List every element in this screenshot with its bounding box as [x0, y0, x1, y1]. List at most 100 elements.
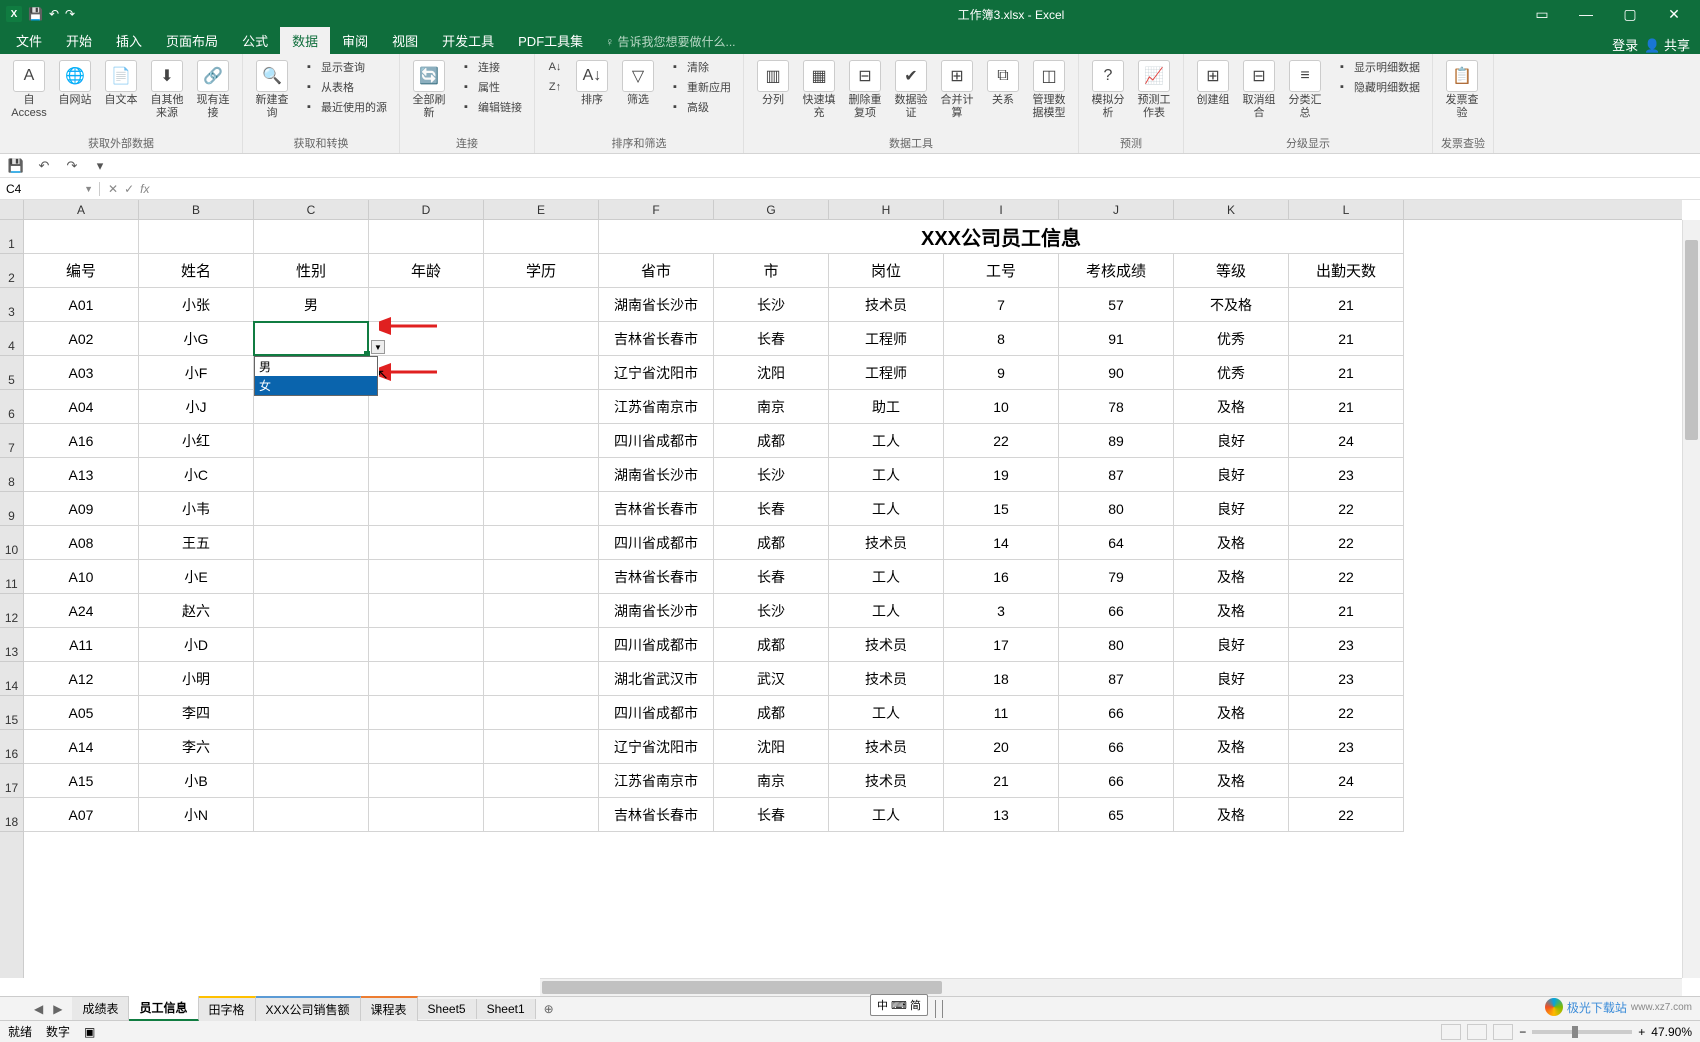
- cell[interactable]: 吉林省长春市: [599, 492, 714, 526]
- cell[interactable]: 22: [944, 424, 1059, 458]
- cell[interactable]: 90: [1059, 356, 1174, 390]
- zoom-out-button[interactable]: −: [1519, 1025, 1526, 1039]
- cell[interactable]: 79: [1059, 560, 1174, 594]
- cell[interactable]: 66: [1059, 764, 1174, 798]
- cell[interactable]: 22: [1289, 696, 1404, 730]
- view-normal-button[interactable]: [1441, 1024, 1461, 1040]
- cell[interactable]: XXX公司员工信息: [599, 220, 1404, 254]
- cell[interactable]: 15: [944, 492, 1059, 526]
- cell[interactable]: [369, 390, 484, 424]
- ribbon-管理数据模型[interactable]: ◫管理数据模型: [1028, 58, 1070, 122]
- cell[interactable]: 技术员: [829, 764, 944, 798]
- cell[interactable]: 成都: [714, 526, 829, 560]
- cell[interactable]: A11: [24, 628, 139, 662]
- cell[interactable]: 16: [944, 560, 1059, 594]
- cell[interactable]: 工程师: [829, 322, 944, 356]
- cell[interactable]: 20: [944, 730, 1059, 764]
- cell[interactable]: [369, 798, 484, 832]
- cell[interactable]: 23: [1289, 662, 1404, 696]
- row-header-11[interactable]: 11: [0, 560, 23, 594]
- cell[interactable]: [484, 696, 599, 730]
- cell[interactable]: [254, 764, 369, 798]
- cell[interactable]: 22: [1289, 526, 1404, 560]
- cell[interactable]: [484, 220, 599, 254]
- cell[interactable]: 小N: [139, 798, 254, 832]
- cell[interactable]: 小C: [139, 458, 254, 492]
- cell[interactable]: [484, 356, 599, 390]
- cell[interactable]: 助工: [829, 390, 944, 424]
- cell[interactable]: 市: [714, 254, 829, 288]
- cell[interactable]: A12: [24, 662, 139, 696]
- cell[interactable]: 11: [944, 696, 1059, 730]
- cell[interactable]: 长春: [714, 798, 829, 832]
- cell[interactable]: [369, 594, 484, 628]
- cell[interactable]: 技术员: [829, 662, 944, 696]
- ribbon-显示查询[interactable]: ▪显示查询: [297, 58, 391, 76]
- cell[interactable]: 小F: [139, 356, 254, 390]
- cell[interactable]: 65: [1059, 798, 1174, 832]
- ribbon-高级[interactable]: ▪高级: [663, 98, 735, 116]
- cell[interactable]: [254, 628, 369, 662]
- ribbon-重新应用[interactable]: ▪重新应用: [663, 78, 735, 96]
- cell[interactable]: A09: [24, 492, 139, 526]
- ribbon-编辑链接[interactable]: ▪编辑链接: [454, 98, 526, 116]
- cell[interactable]: [369, 730, 484, 764]
- zoom-in-button[interactable]: +: [1638, 1025, 1645, 1039]
- maximize-button[interactable]: ▢: [1610, 0, 1650, 28]
- cell[interactable]: [254, 798, 369, 832]
- ribbon-隐藏明细数据[interactable]: ▪隐藏明细数据: [1330, 78, 1424, 96]
- cell[interactable]: 57: [1059, 288, 1174, 322]
- add-sheet-button[interactable]: ⊕: [536, 999, 562, 1019]
- cell[interactable]: 技术员: [829, 526, 944, 560]
- cell[interactable]: A04: [24, 390, 139, 424]
- cancel-formula-icon[interactable]: ✕: [108, 182, 118, 196]
- cell[interactable]: 技术员: [829, 288, 944, 322]
- cell[interactable]: 小D: [139, 628, 254, 662]
- cell[interactable]: 64: [1059, 526, 1174, 560]
- cell[interactable]: 不及格: [1174, 288, 1289, 322]
- cell[interactable]: 优秀: [1174, 356, 1289, 390]
- cell[interactable]: 87: [1059, 458, 1174, 492]
- ribbon-最近使用的源[interactable]: ▪最近使用的源: [297, 98, 391, 116]
- cell[interactable]: 22: [1289, 560, 1404, 594]
- cell[interactable]: A08: [24, 526, 139, 560]
- cell[interactable]: 80: [1059, 628, 1174, 662]
- cell[interactable]: 小J: [139, 390, 254, 424]
- cell[interactable]: 姓名: [139, 254, 254, 288]
- cell[interactable]: 四川省成都市: [599, 424, 714, 458]
- cell[interactable]: 吉林省长春市: [599, 560, 714, 594]
- cell[interactable]: 长沙: [714, 458, 829, 492]
- ribbon-tab-数据[interactable]: 数据: [280, 27, 330, 54]
- cell[interactable]: 及格: [1174, 798, 1289, 832]
- qat-save-icon[interactable]: 💾: [28, 7, 43, 21]
- ribbon-自网站[interactable]: 🌐自网站: [54, 58, 96, 109]
- ribbon-现有连接[interactable]: 🔗现有连接: [192, 58, 234, 122]
- ribbon-tab-开始[interactable]: 开始: [54, 27, 104, 54]
- cell[interactable]: 小G: [139, 322, 254, 356]
- col-header-F[interactable]: F: [599, 200, 714, 219]
- col-header-I[interactable]: I: [944, 200, 1059, 219]
- ribbon-全部刷新[interactable]: 🔄全部刷新: [408, 58, 450, 122]
- cell[interactable]: [369, 220, 484, 254]
- cell[interactable]: 14: [944, 526, 1059, 560]
- sort-A↓[interactable]: A↓: [543, 58, 567, 76]
- cell[interactable]: A02: [24, 322, 139, 356]
- qat-undo-icon[interactable]: ↶: [34, 158, 54, 174]
- cell[interactable]: [254, 220, 369, 254]
- cell[interactable]: 岗位: [829, 254, 944, 288]
- cell[interactable]: 男: [254, 288, 369, 322]
- ribbon-快速填充[interactable]: ▦快速填充: [798, 58, 840, 122]
- cell[interactable]: [369, 764, 484, 798]
- cell[interactable]: 21: [1289, 390, 1404, 424]
- row-header-14[interactable]: 14: [0, 662, 23, 696]
- cell[interactable]: 王五: [139, 526, 254, 560]
- row-header-17[interactable]: 17: [0, 764, 23, 798]
- cell[interactable]: 四川省成都市: [599, 628, 714, 662]
- cell[interactable]: [484, 798, 599, 832]
- cell[interactable]: 等级: [1174, 254, 1289, 288]
- qat-redo-icon[interactable]: ↷: [65, 7, 75, 21]
- cell[interactable]: 江苏省南京市: [599, 764, 714, 798]
- cell[interactable]: A14: [24, 730, 139, 764]
- cell[interactable]: A03: [24, 356, 139, 390]
- vertical-scrollbar[interactable]: [1682, 220, 1700, 978]
